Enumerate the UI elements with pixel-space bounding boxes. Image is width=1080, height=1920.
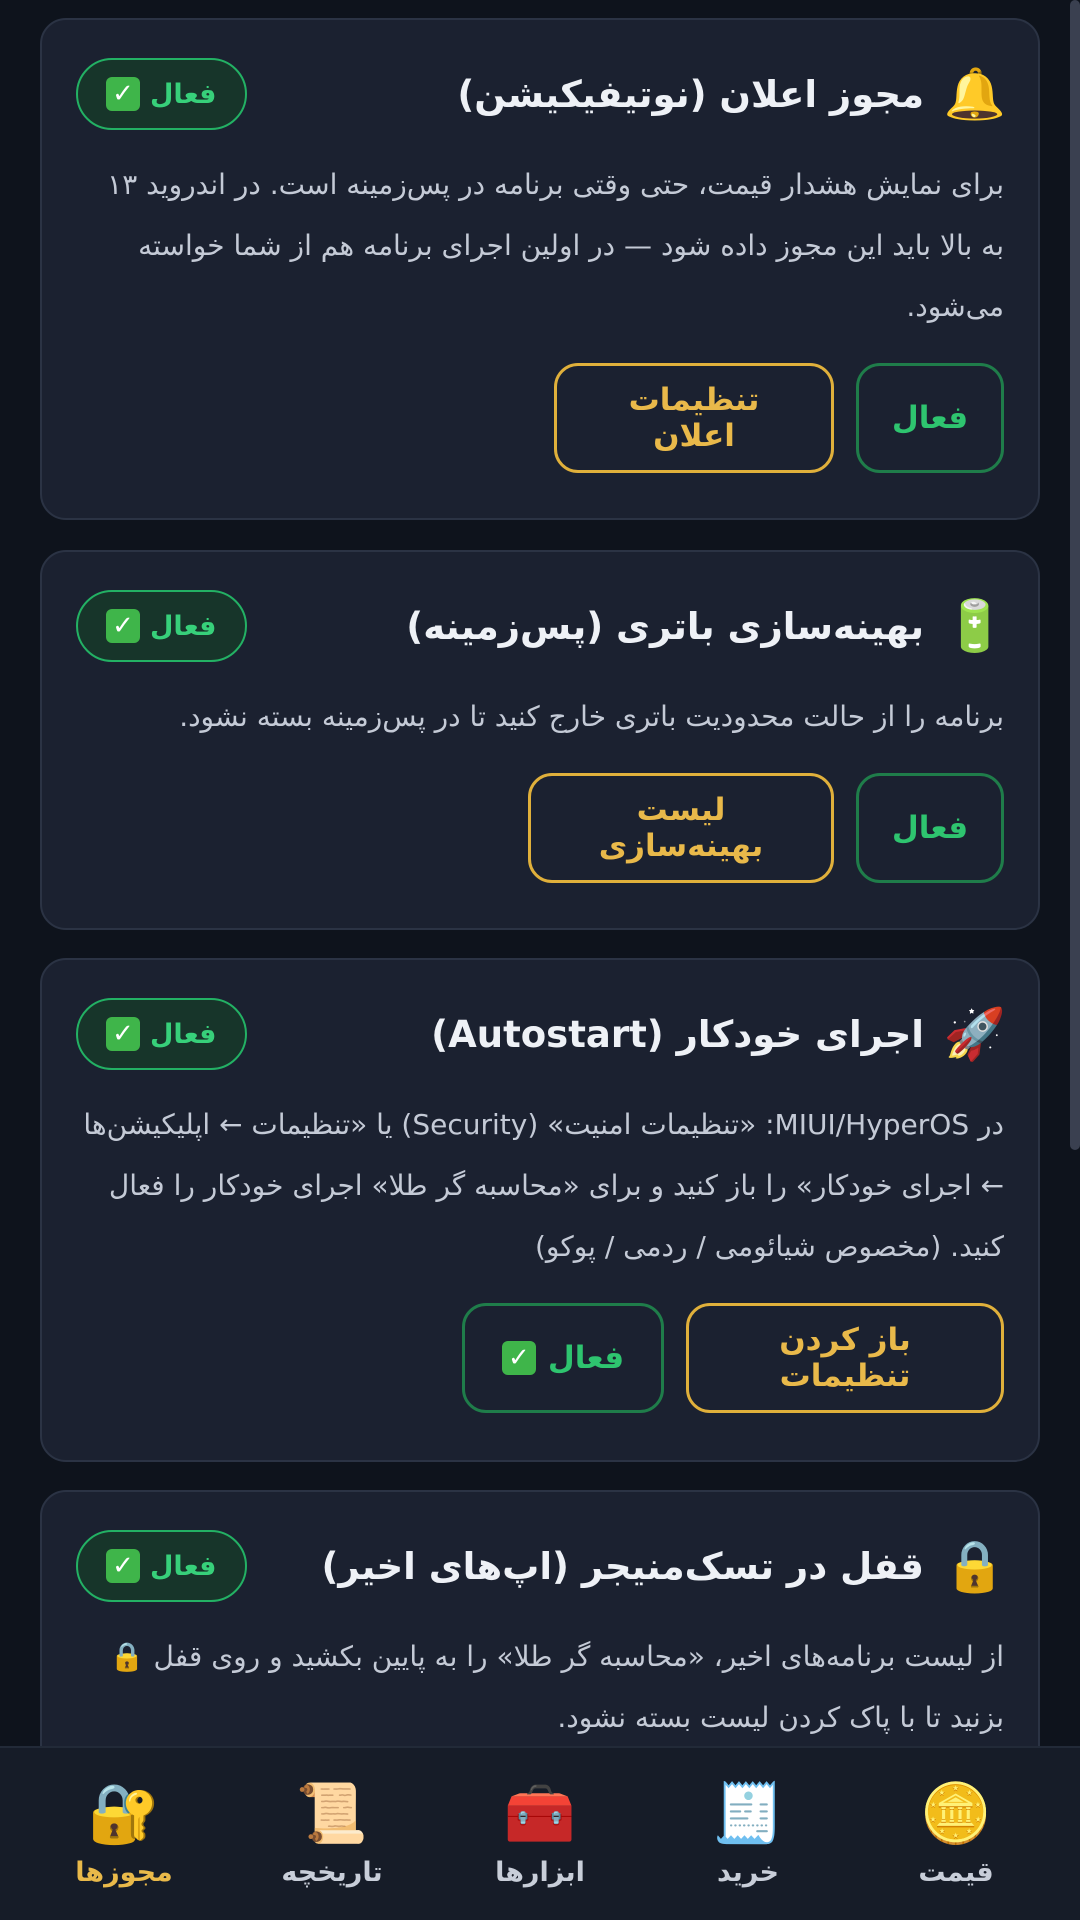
nav-item-history[interactable]: 📜 تاریخچه bbox=[247, 1781, 417, 1888]
nav-item-purchase[interactable]: 🧾 خرید bbox=[663, 1781, 833, 1888]
check-icon: ✓ bbox=[106, 77, 140, 111]
card-description: از لیست برنامه‌های اخیر، «محاسبه گر طلا»… bbox=[109, 1640, 1004, 1734]
card-header: 🚀 اجرای خودکار (Autostart) فعال ✓ bbox=[76, 996, 1007, 1072]
card-actions: فعال تنظیمات اعلان bbox=[76, 363, 1004, 473]
card-title: مجوز اعلان (نوتیفیکیشن) bbox=[457, 72, 924, 116]
scrollbar[interactable] bbox=[1070, 0, 1080, 1150]
active-button[interactable]: فعال bbox=[856, 363, 1004, 473]
notification-permission-card: 🔔 مجوز اعلان (نوتیفیکیشن) فعال ✓ برای نم… bbox=[40, 18, 1040, 520]
status-badge-label: فعال bbox=[150, 78, 217, 110]
nav-label: ابزارها bbox=[495, 1856, 585, 1888]
card-description: در MIUI/HyperOS: «تنظیمات امنیت» (Securi… bbox=[83, 1108, 1004, 1263]
status-badge: فعال ✓ bbox=[76, 590, 247, 662]
check-icon: ✓ bbox=[501, 1341, 536, 1375]
battery-optimization-card: 🔋 بهینه‌سازی باتری (پس‌زمینه) فعال ✓ برن… bbox=[40, 550, 1040, 930]
battery-icon: 🔋 bbox=[943, 597, 1007, 655]
optimization-list-button[interactable]: لیست بهینه‌سازی bbox=[528, 773, 834, 883]
nav-item-tools[interactable]: 🧰 ابزارها bbox=[455, 1781, 625, 1888]
nav-item-permissions[interactable]: 🔐 مجوزها bbox=[39, 1781, 209, 1888]
nav-label: مجوزها bbox=[75, 1856, 173, 1888]
active-button[interactable]: فعال bbox=[856, 773, 1004, 883]
lock-icon: 🔒 bbox=[943, 1537, 1007, 1595]
nav-label: تاریخچه bbox=[281, 1856, 383, 1888]
status-badge-label: فعال bbox=[150, 1018, 217, 1050]
notification-settings-button[interactable]: تنظیمات اعلان bbox=[554, 363, 834, 473]
coin-icon: 🪙 bbox=[919, 1778, 993, 1847]
open-settings-button[interactable]: باز کردن تنظیمات bbox=[686, 1303, 1004, 1413]
nav-label: قیمت bbox=[918, 1856, 994, 1888]
check-icon: ✓ bbox=[106, 1017, 140, 1051]
status-badge: فعال ✓ bbox=[76, 998, 247, 1070]
receipt-icon: 🧾 bbox=[711, 1778, 785, 1847]
status-badge-label: فعال bbox=[150, 610, 217, 642]
card-header: 🔒 قفل در تسک‌منیجر (اپ‌های اخیر) فعال ✓ bbox=[76, 1528, 1007, 1604]
card-description: برای نمایش هشدار قیمت، حتی وقتی برنامه د… bbox=[107, 168, 1004, 323]
card-actions: فعال لیست بهینه‌سازی bbox=[76, 773, 1004, 883]
scroll-icon: 📜 bbox=[295, 1778, 369, 1847]
card-actions: باز کردن تنظیمات فعال ✓ bbox=[76, 1303, 1004, 1413]
card-title: اجرای خودکار (Autostart) bbox=[431, 1012, 924, 1056]
card-title-wrap: 🚀 اجرای خودکار (Autostart) bbox=[431, 1005, 1007, 1063]
bottom-navigation: 🪙 قیمت 🧾 خرید 🧰 ابزارها 📜 تاریخچه 🔐 مجوز… bbox=[0, 1746, 1080, 1920]
permissions-screen: 🔔 مجوز اعلان (نوتیفیکیشن) فعال ✓ برای نم… bbox=[0, 0, 1080, 1920]
status-badge: فعال ✓ bbox=[76, 58, 247, 130]
status-badge-label: فعال bbox=[150, 1550, 217, 1582]
card-title: بهینه‌سازی باتری (پس‌زمینه) bbox=[406, 604, 924, 648]
check-icon: ✓ bbox=[106, 609, 140, 643]
card-title: قفل در تسک‌منیجر (اپ‌های اخیر) bbox=[321, 1544, 924, 1588]
card-title-wrap: 🔔 مجوز اعلان (نوتیفیکیشن) bbox=[457, 65, 1007, 123]
toolbox-icon: 🧰 bbox=[503, 1778, 577, 1847]
card-title-wrap: 🔒 قفل در تسک‌منیجر (اپ‌های اخیر) bbox=[321, 1537, 1007, 1595]
card-header: 🔋 بهینه‌سازی باتری (پس‌زمینه) فعال ✓ bbox=[76, 588, 1007, 664]
card-header: 🔔 مجوز اعلان (نوتیفیکیشن) فعال ✓ bbox=[76, 56, 1007, 132]
card-title-wrap: 🔋 بهینه‌سازی باتری (پس‌زمینه) bbox=[406, 597, 1007, 655]
lock-key-icon: 🔐 bbox=[87, 1778, 161, 1847]
active-toggle-button[interactable]: فعال ✓ bbox=[462, 1303, 664, 1413]
active-toggle-label: فعال bbox=[547, 1340, 625, 1376]
card-description: برنامه را از حالت محدودیت باتری خارج کنی… bbox=[179, 700, 1004, 733]
nav-item-price[interactable]: 🪙 قیمت bbox=[871, 1781, 1041, 1888]
check-icon: ✓ bbox=[106, 1549, 140, 1583]
autostart-card: 🚀 اجرای خودکار (Autostart) فعال ✓ در MIU… bbox=[40, 958, 1040, 1462]
status-badge: فعال ✓ bbox=[76, 1530, 247, 1602]
nav-label: خرید bbox=[717, 1856, 779, 1888]
rocket-icon: 🚀 bbox=[943, 1005, 1007, 1063]
bell-icon: 🔔 bbox=[943, 65, 1007, 123]
